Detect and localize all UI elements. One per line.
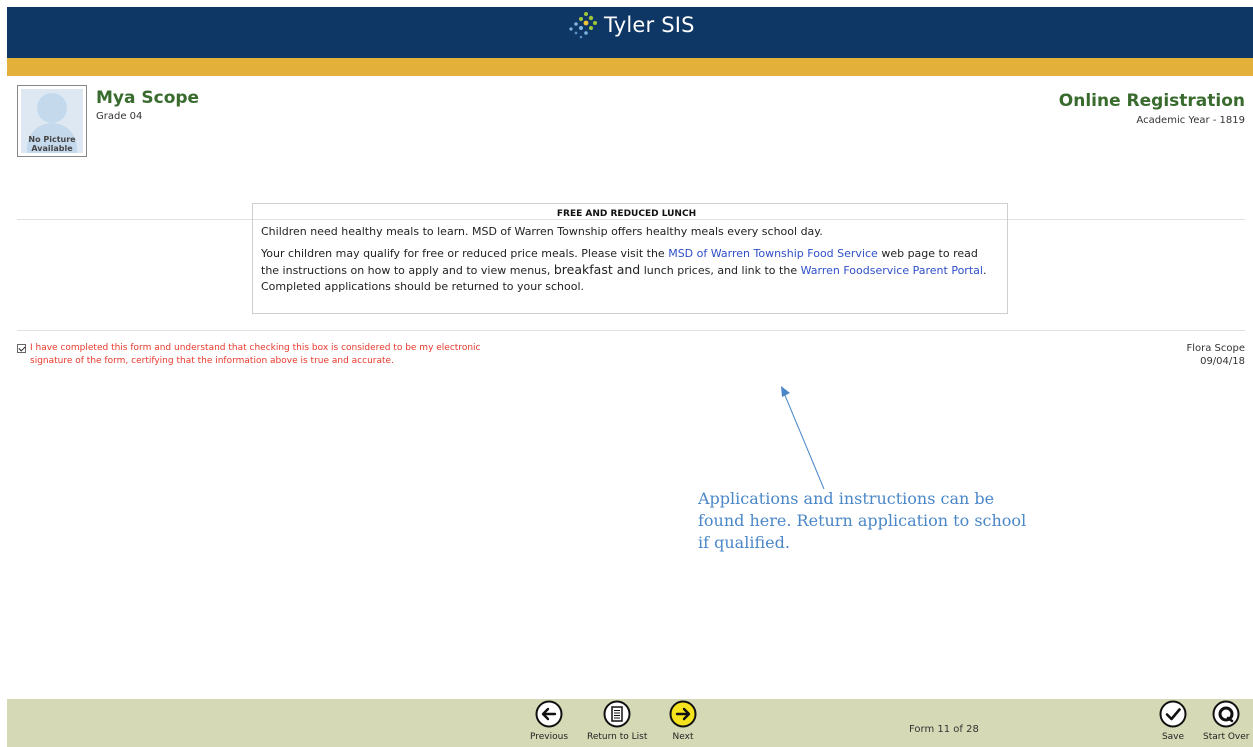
start-over-label: Start Over bbox=[1203, 732, 1250, 742]
arrow-right-icon bbox=[669, 700, 697, 728]
lunch-info-box: Children need healthy meals to learn. MS… bbox=[252, 203, 1008, 314]
avatar-head-icon bbox=[37, 93, 67, 123]
signature-statement: I have completed this form and understan… bbox=[30, 343, 481, 366]
student-grade: Grade 04 bbox=[96, 111, 143, 122]
checkmark-icon bbox=[1159, 700, 1187, 728]
header-accent-bar bbox=[7, 58, 1253, 76]
next-button[interactable]: Next bbox=[669, 700, 697, 742]
signature-checkbox[interactable] bbox=[17, 344, 26, 353]
return-to-list-button[interactable]: Return to List bbox=[587, 700, 647, 742]
food-service-link[interactable]: MSD of Warren Township Food Service bbox=[668, 247, 878, 260]
student-avatar: No Picture Available bbox=[17, 85, 87, 157]
previous-label: Previous bbox=[530, 732, 569, 742]
tyler-dots-icon bbox=[569, 12, 597, 39]
form-counter: Form 11 of 28 bbox=[909, 724, 979, 735]
page-title: Online Registration bbox=[1058, 91, 1245, 111]
previous-button[interactable]: Previous bbox=[530, 700, 568, 742]
parent-portal-link[interactable]: Warren Foodservice Parent Portal bbox=[801, 264, 983, 277]
instructions-text: Your children may qualify for free or re… bbox=[261, 247, 987, 293]
save-button[interactable]: Save bbox=[1159, 700, 1187, 742]
signer-name: Flora Scope bbox=[1186, 343, 1245, 354]
app-name: Tyler SIS bbox=[604, 13, 695, 37]
signature-acknowledgement: I have completed this form and understan… bbox=[17, 342, 517, 368]
save-label: Save bbox=[1161, 732, 1185, 742]
annotation-callout: Applications and instructions can be fou… bbox=[698, 489, 1027, 552]
intro-text: Children need healthy meals to learn. MS… bbox=[261, 225, 823, 238]
annotation-arrow-icon bbox=[781, 386, 825, 490]
signature-divider bbox=[17, 330, 1245, 331]
no-picture-label: No Picture Available bbox=[28, 135, 76, 153]
app-logo: Tyler SIS bbox=[564, 10, 695, 40]
arrow-left-icon bbox=[535, 700, 563, 728]
start-over-button[interactable]: Start Over bbox=[1203, 700, 1250, 742]
next-label: Next bbox=[672, 732, 694, 742]
student-name: Mya Scope bbox=[96, 88, 200, 108]
return-to-list-label: Return to List bbox=[587, 732, 648, 742]
restart-icon bbox=[1212, 700, 1240, 728]
academic-year: Academic Year - 1819 bbox=[1136, 115, 1245, 126]
signed-date: 09/04/18 bbox=[1200, 356, 1245, 367]
signer-block: Flora Scope 09/04/18 bbox=[1186, 342, 1245, 368]
list-icon bbox=[603, 700, 631, 728]
